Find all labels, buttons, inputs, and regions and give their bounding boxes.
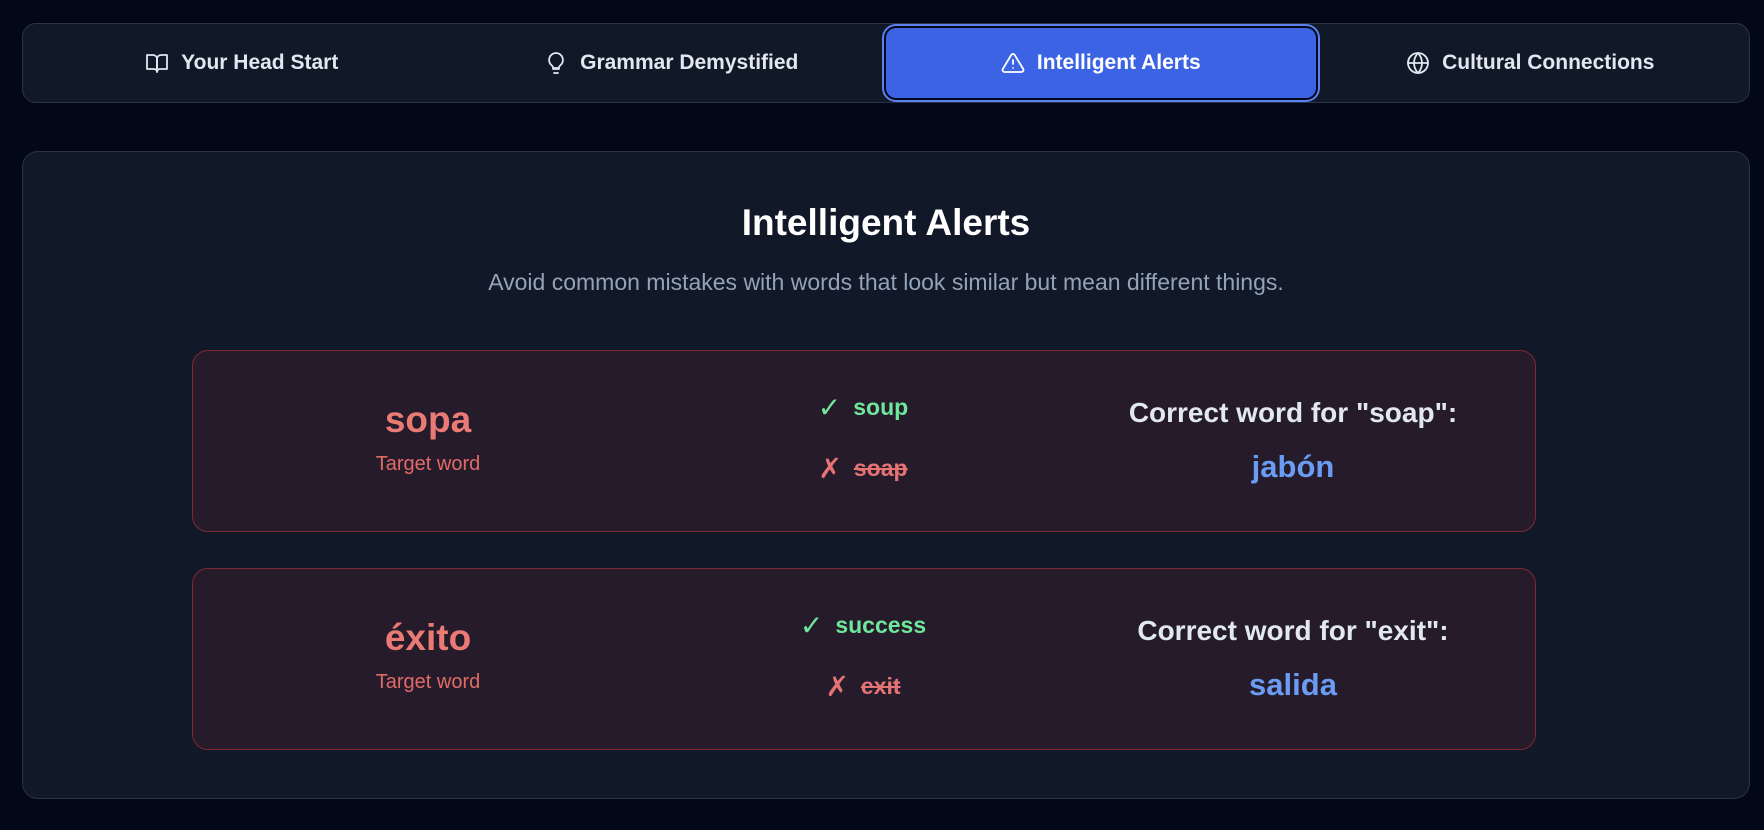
target-word-block: éxito Target word	[193, 617, 663, 694]
cross-icon: ✗	[818, 453, 842, 484]
feature-tab-bar: Your Head Start Grammar Demystified Inte…	[22, 23, 1750, 103]
correct-word-label: Correct word for "exit":	[1137, 615, 1449, 646]
meanings-block: ✓ success ✗ exit	[673, 609, 1053, 703]
tab-label: Grammar Demystified	[580, 51, 799, 74]
false-friend-card: éxito Target word ✓ success ✗ exit Corre…	[192, 568, 1536, 750]
false-friend-card: sopa Target word ✓ soup ✗ soap Correct w…	[192, 350, 1536, 532]
wrong-meaning-text: exit	[860, 673, 901, 699]
check-icon: ✓	[817, 392, 842, 423]
correct-meaning: ✓ soup	[673, 391, 1053, 424]
cross-icon: ✗	[825, 671, 849, 702]
wrong-meaning: ✗ soap	[673, 452, 1053, 485]
correct-word-label: Correct word for "soap":	[1128, 397, 1458, 428]
lightbulb-icon	[548, 52, 564, 74]
tab-label: Intelligent Alerts	[1036, 51, 1201, 74]
wrong-meaning-text: soap	[853, 455, 908, 481]
panel-subtitle: Avoid common mistakes with words that lo…	[488, 269, 1284, 295]
correct-meaning-text: soup	[853, 394, 909, 420]
tab-your-head-start[interactable]: Your Head Start	[27, 28, 457, 98]
wrong-meaning: ✗ exit	[673, 670, 1053, 703]
correct-word-block: Correct word for "exit": salida	[1073, 615, 1513, 703]
meanings-block: ✓ soup ✗ soap	[673, 391, 1053, 485]
tab-label: Your Head Start	[181, 51, 339, 74]
globe-icon	[1407, 52, 1429, 74]
correct-word: salida	[1249, 667, 1337, 702]
tab-label: Cultural Connections	[1442, 51, 1655, 74]
target-word-label: Target word	[375, 453, 481, 475]
correct-meaning: ✓ success	[673, 609, 1053, 642]
target-word: sopa	[384, 399, 472, 440]
target-word: éxito	[384, 617, 472, 658]
correct-word: jabón	[1251, 449, 1335, 484]
tab-cultural-connections[interactable]: Cultural Connections	[1316, 28, 1746, 98]
correct-meaning-text: success	[835, 612, 927, 638]
check-icon: ✓	[799, 610, 824, 641]
target-word-block: sopa Target word	[193, 399, 663, 476]
book-open-icon	[146, 54, 169, 73]
target-word-label: Target word	[375, 671, 481, 693]
warning-triangle-icon	[1001, 53, 1025, 73]
tab-grammar-demystified[interactable]: Grammar Demystified	[457, 28, 887, 98]
panel-title: Intelligent Alerts	[741, 202, 1031, 243]
correct-word-block: Correct word for "soap": jabón	[1073, 397, 1513, 485]
tab-intelligent-alerts[interactable]: Intelligent Alerts	[886, 28, 1316, 98]
